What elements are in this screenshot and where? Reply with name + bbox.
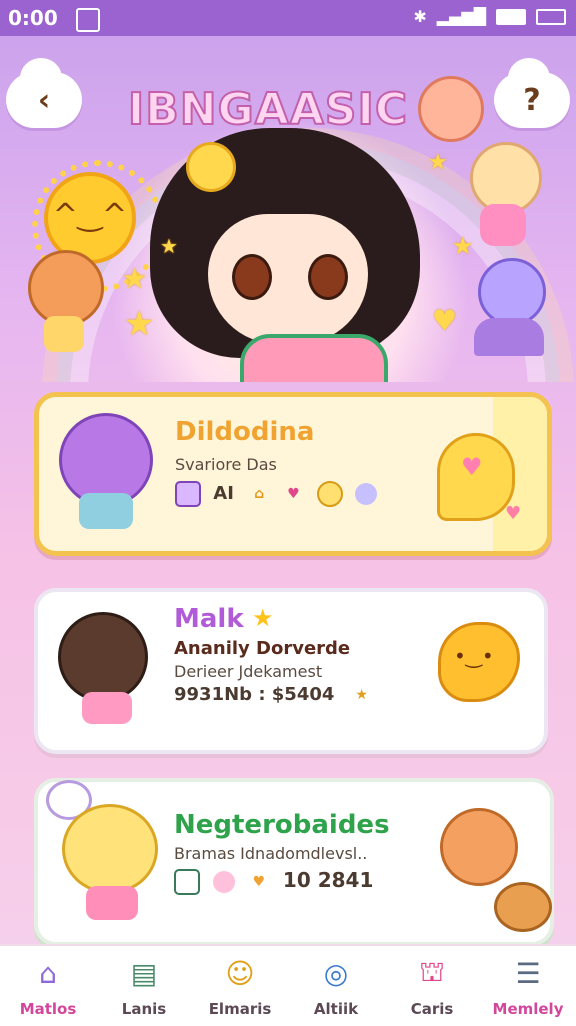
star-badge-icon: ★ <box>355 687 368 703</box>
card-title: Malk <box>174 604 244 634</box>
card-title: Dildodina <box>175 417 315 447</box>
card-title: Negterobaides <box>174 810 390 840</box>
compass-icon: ◎ <box>323 956 349 990</box>
star-icon: ★ <box>160 234 178 258</box>
bluetooth-icon: ✱ <box>413 7 427 26</box>
hair-flower-icon <box>186 142 236 192</box>
character-right-top-body <box>480 204 526 246</box>
notification-icon <box>76 8 100 32</box>
character-card-3[interactable]: Negterobaides Bramas Idnadomdlevsl.. ♥ 1… <box>34 778 554 946</box>
blob-face: •‿• <box>454 644 494 668</box>
card-meta: AI ⌂ ♥ <box>175 481 383 507</box>
cookie-icon <box>355 483 378 505</box>
nav-item-memlely[interactable]: ☰ Memlely <box>480 946 576 1026</box>
character-card-2[interactable]: Malk ★ Ananily Dorverde Derieer Jdekames… <box>34 588 548 754</box>
status-icons: ✱ ▂▄▆█ <box>413 7 566 26</box>
card-meta: 9931Nb : $5404 ★ <box>174 684 379 706</box>
card-subtitle: Svariore Das <box>175 455 277 474</box>
back-arrow-icon: ‹ <box>37 82 51 118</box>
signal-icon: ▂▄▆█ <box>436 7 486 26</box>
card-subtitle: Bramas Idnadomdlevsl.. <box>174 844 368 863</box>
card-avatar-body <box>79 493 133 529</box>
battery-charge-icon <box>536 8 566 25</box>
card-subtitle: Derieer Jdekamest <box>174 662 323 681</box>
bottom-nav: ⌂ Matlos ▤ Lanis ☺ Elmaris ◎ Altiik ⛫ Ca… <box>0 944 576 1026</box>
hero-banner: ‹ ? IBNGAASIC ^‿^ ★ ★ ★ ★ ★ ♥ <box>0 36 576 382</box>
heart-icon: ♥ <box>287 486 300 502</box>
star-icon: ★ <box>122 262 148 295</box>
nav-label: Altiik <box>313 1000 359 1018</box>
flower-icon <box>212 870 235 893</box>
nav-label: Elmaris <box>208 1000 272 1018</box>
card-avatar <box>62 804 158 894</box>
star-icon: ★ <box>252 604 274 632</box>
star-icon: ★ <box>452 232 474 260</box>
card-icon <box>174 868 200 895</box>
card-meta: ♥ 10 2841 <box>174 868 373 895</box>
status-bar: 0:00 ✱ ▂▄▆█ <box>0 0 576 36</box>
heart-icon: ♥ <box>432 304 458 337</box>
character-card-1[interactable]: Dildodina Svariore Das AI ⌂ ♥ ♥ ♥ <box>34 392 552 556</box>
character-left-body <box>44 316 84 352</box>
nav-label: Caris <box>410 1000 454 1018</box>
bear-mascot-icon <box>494 882 552 932</box>
card-mascot <box>440 808 518 886</box>
battery-icon <box>496 8 526 25</box>
nav-item-caris[interactable]: ⛫ Caris <box>384 946 480 1026</box>
heart-icon: ♥ <box>505 503 522 524</box>
coin-icon <box>316 481 343 507</box>
home-icon: ⌂ <box>254 486 265 502</box>
card-avatar <box>58 612 148 702</box>
card-avatar-body <box>82 692 132 724</box>
hero-character <box>150 128 430 382</box>
cards-icon: ▤ <box>130 956 158 990</box>
card-icon <box>175 481 201 507</box>
help-icon: ? <box>523 82 541 118</box>
nav-item-elmaris[interactable]: ☺ Elmaris <box>192 946 288 1026</box>
nav-label: Lanis <box>121 1000 167 1018</box>
home-icon: ⌂ <box>39 956 57 990</box>
heart-icon: ♥ <box>461 453 483 481</box>
heart-icon: ♥ <box>252 873 266 890</box>
shop-icon: ⛫ <box>419 954 445 988</box>
help-button[interactable]: ? <box>494 58 570 128</box>
friend-icon: ☺ <box>225 956 255 990</box>
card-meta-text: 9931Nb : $5404 <box>174 684 335 705</box>
character-right-bottom <box>478 258 546 326</box>
card-meta-text: AI <box>213 483 234 504</box>
nav-item-altiik[interactable]: ◎ Altiik <box>288 946 384 1026</box>
character-right-bottom-body <box>474 318 544 356</box>
nav-item-matlos[interactable]: ⌂ Matlos <box>0 946 96 1026</box>
status-time: 0:00 <box>8 6 58 30</box>
character-left <box>28 250 104 326</box>
back-button[interactable]: ‹ <box>6 58 82 128</box>
card-avatar-body <box>86 886 138 920</box>
star-icon: ★ <box>428 150 448 175</box>
card-headline: Ananily Dorverde <box>174 638 351 659</box>
nav-label: Matlos <box>19 1000 77 1018</box>
nav-item-lanis[interactable]: ▤ Lanis <box>96 946 192 1026</box>
card-meta-text: 10 2841 <box>282 868 374 892</box>
menu-icon: ☰ <box>515 956 541 990</box>
nav-label: Memlely <box>492 1000 564 1018</box>
star-icon: ★ <box>124 304 155 344</box>
